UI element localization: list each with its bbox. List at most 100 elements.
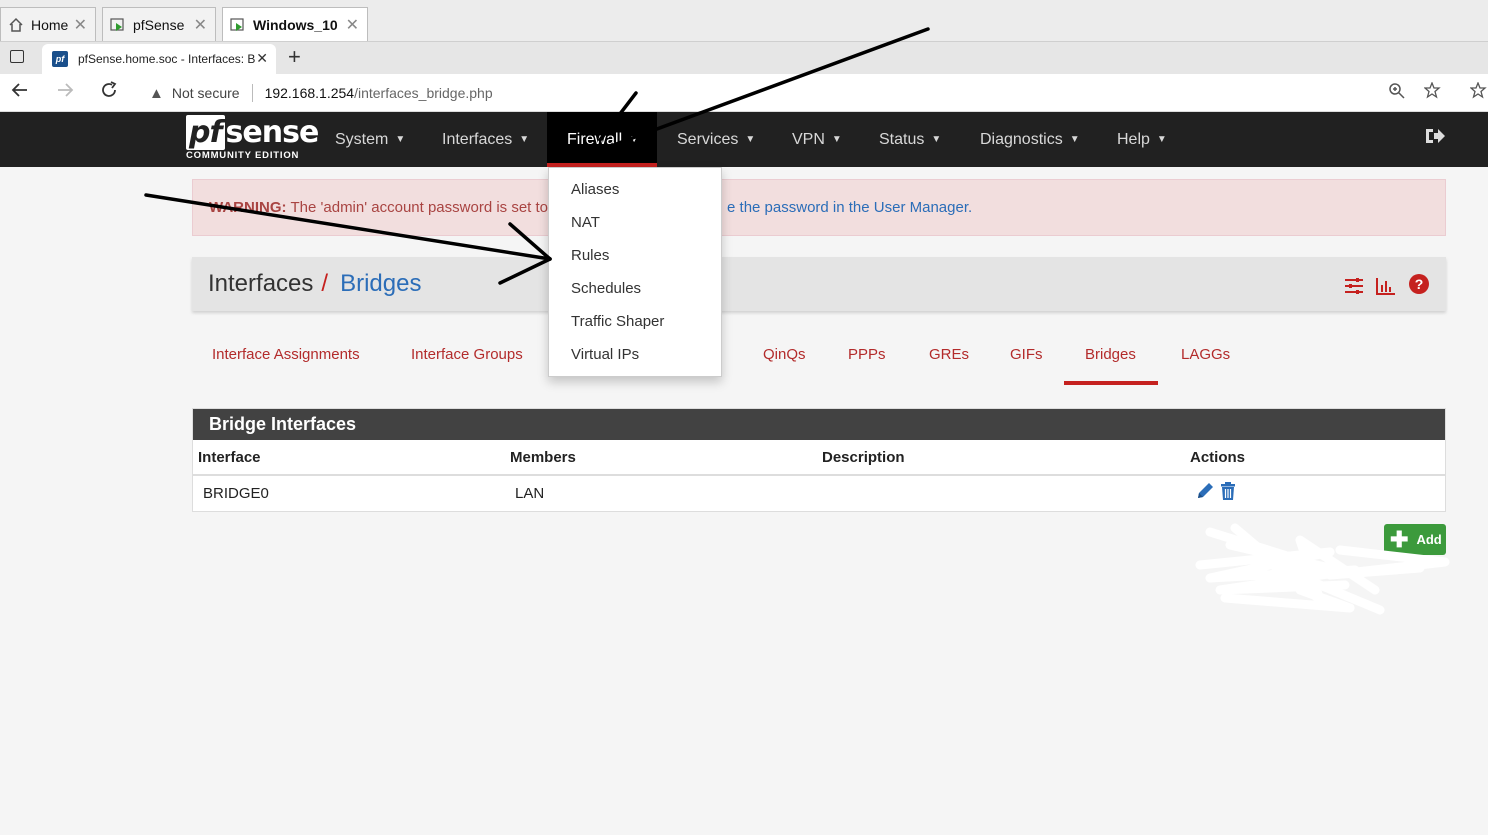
browser-tab[interactable]: pf pfSense.home.soc - Interfaces: B ✕ bbox=[42, 44, 276, 74]
cell-members: LAN bbox=[515, 485, 545, 502]
close-icon[interactable]: ✕ bbox=[74, 15, 87, 35]
nav-system[interactable]: System ▼ bbox=[335, 112, 405, 167]
favorites-icon[interactable] bbox=[1469, 81, 1488, 106]
browser-tab-strip: pf pfSense.home.soc - Interfaces: B ✕ bbox=[0, 42, 1488, 74]
vm-icon bbox=[109, 16, 127, 34]
close-icon[interactable]: ✕ bbox=[346, 15, 359, 35]
caret-down-icon: ▼ bbox=[519, 134, 530, 145]
breadcrumb: Interfaces / Bridges ? bbox=[192, 257, 1446, 311]
header-divider bbox=[193, 474, 1445, 476]
caret-down-icon: ▼ bbox=[395, 134, 406, 145]
pfsense-logo[interactable]: pf sense COMMUNITY EDITION bbox=[186, 115, 320, 161]
menu-item-aliases[interactable]: Aliases bbox=[571, 181, 619, 198]
add-favorite-icon[interactable] bbox=[1423, 81, 1442, 106]
settings-sliders-icon[interactable] bbox=[1344, 274, 1364, 302]
caret-down-icon: ▼ bbox=[1069, 134, 1080, 145]
caret-down-icon: ▼ bbox=[745, 134, 756, 145]
tab-laggs[interactable]: LAGGs bbox=[1181, 346, 1230, 363]
nav-status[interactable]: Status ▼ bbox=[879, 112, 941, 167]
logout-icon[interactable] bbox=[1424, 126, 1446, 152]
nav-label: VPN bbox=[792, 130, 825, 148]
url-field[interactable]: ▲ Not secure 192.168.1.254/interfaces_br… bbox=[137, 78, 1457, 108]
firewall-dropdown-menu: Aliases NAT Rules Schedules Traffic Shap… bbox=[548, 167, 722, 377]
tab-gres[interactable]: GREs bbox=[929, 346, 969, 363]
nav-label: Help bbox=[1117, 130, 1150, 148]
svg-text:?: ? bbox=[1415, 276, 1424, 292]
url-path: /interfaces_bridge.php bbox=[354, 85, 493, 101]
tab-gifs[interactable]: GIFs bbox=[1010, 346, 1043, 363]
vm-icon bbox=[229, 16, 247, 34]
edit-pencil-icon[interactable] bbox=[1195, 481, 1215, 506]
vm-tab-label: Windows_10 bbox=[253, 16, 338, 33]
nav-label: Services bbox=[677, 130, 739, 148]
tab-interface-assignments[interactable]: Interface Assignments bbox=[212, 346, 360, 363]
cell-interface: BRIDGE0 bbox=[203, 485, 269, 502]
warning-text: The 'admin' account password is set to bbox=[290, 199, 549, 216]
column-header-interface: Interface bbox=[198, 449, 261, 466]
new-tab-button[interactable]: + bbox=[288, 44, 301, 70]
url-host: 192.168.1.254 bbox=[264, 85, 355, 101]
warning-label: WARNING: bbox=[209, 199, 287, 216]
nav-label: Firewall bbox=[567, 130, 623, 148]
close-icon[interactable]: ✕ bbox=[194, 15, 207, 35]
panel-title: Bridge Interfaces bbox=[193, 409, 1445, 440]
vm-tab-pfsense[interactable]: pfSense ✕ bbox=[102, 7, 216, 41]
nav-help[interactable]: Help ▼ bbox=[1117, 112, 1167, 167]
column-header-actions: Actions bbox=[1190, 449, 1246, 466]
zoom-icon[interactable] bbox=[1388, 82, 1406, 106]
tab-bridges[interactable]: Bridges bbox=[1085, 346, 1136, 363]
tab-actions-icon[interactable] bbox=[10, 50, 24, 63]
add-button-label: Add bbox=[1416, 532, 1442, 547]
back-arrow-icon[interactable] bbox=[10, 80, 30, 106]
refresh-icon[interactable] bbox=[99, 80, 119, 106]
nav-diagnostics[interactable]: Diagnostics ▼ bbox=[980, 112, 1080, 167]
vm-tab-label: pfSense bbox=[133, 16, 185, 33]
breadcrumb-page[interactable]: Bridges bbox=[340, 270, 421, 298]
menu-item-traffic-shaper[interactable]: Traffic Shaper bbox=[571, 313, 664, 330]
logo-subtitle: COMMUNITY EDITION bbox=[186, 150, 300, 161]
nav-firewall[interactable]: Firewall ▼ bbox=[547, 112, 657, 167]
nav-label: Status bbox=[879, 130, 925, 148]
add-button[interactable]: ✚ Add bbox=[1384, 524, 1446, 555]
menu-item-nat[interactable]: NAT bbox=[571, 214, 600, 231]
url-separator bbox=[251, 84, 253, 102]
nav-label: Interfaces bbox=[442, 130, 513, 148]
column-header-members: Members bbox=[510, 449, 576, 466]
menu-item-virtual-ips[interactable]: Virtual IPs bbox=[571, 346, 639, 363]
bar-chart-icon[interactable] bbox=[1376, 274, 1396, 302]
plus-icon: ✚ bbox=[1390, 526, 1409, 552]
tab-ppps[interactable]: PPPs bbox=[848, 346, 886, 363]
breadcrumb-separator: / bbox=[321, 270, 329, 297]
nav-vpn[interactable]: VPN ▼ bbox=[792, 112, 842, 167]
pfsense-favicon: pf bbox=[52, 51, 68, 67]
active-tab-indicator bbox=[1064, 381, 1158, 385]
tab-interface-groups[interactable]: Interface Groups bbox=[411, 346, 523, 363]
vm-tab-windows10[interactable]: Windows_10 ✕ bbox=[222, 7, 368, 41]
nav-label: Diagnostics bbox=[980, 130, 1063, 148]
admin-password-warning: WARNING: The 'admin' account password is… bbox=[192, 179, 1446, 236]
logo-pf: pf bbox=[186, 115, 225, 150]
caret-down-icon: ▼ bbox=[831, 134, 842, 145]
menu-item-rules[interactable]: Rules bbox=[571, 247, 609, 264]
home-icon bbox=[7, 16, 25, 34]
trash-icon[interactable] bbox=[1218, 481, 1238, 506]
column-header-description: Description bbox=[822, 449, 905, 466]
forward-arrow-icon[interactable] bbox=[55, 80, 75, 106]
vm-tab-strip: Home ✕ pfSense ✕ Windows_10 ✕ bbox=[0, 0, 1488, 42]
caret-down-icon: ▼ bbox=[629, 134, 640, 145]
vm-tab-home[interactable]: Home ✕ bbox=[0, 7, 96, 41]
logo-main: sense bbox=[225, 115, 320, 150]
address-bar-row: ▲ Not secure 192.168.1.254/interfaces_br… bbox=[0, 74, 1488, 112]
help-icon[interactable]: ? bbox=[1408, 273, 1430, 302]
menu-item-schedules[interactable]: Schedules bbox=[571, 280, 641, 297]
warning-triangle-icon[interactable]: ▲ bbox=[149, 85, 164, 102]
nav-label: System bbox=[335, 130, 389, 148]
tab-qinqs[interactable]: QinQs bbox=[763, 346, 806, 363]
close-icon[interactable]: ✕ bbox=[256, 50, 268, 67]
user-manager-link[interactable]: e the password in the User Manager. bbox=[727, 199, 972, 216]
bridge-interfaces-panel: Bridge Interfaces Interface Members Desc… bbox=[192, 408, 1446, 512]
nav-interfaces[interactable]: Interfaces ▼ bbox=[442, 112, 529, 167]
caret-down-icon: ▼ bbox=[931, 134, 942, 145]
security-label[interactable]: Not secure bbox=[172, 85, 240, 101]
nav-services[interactable]: Services ▼ bbox=[677, 112, 755, 167]
